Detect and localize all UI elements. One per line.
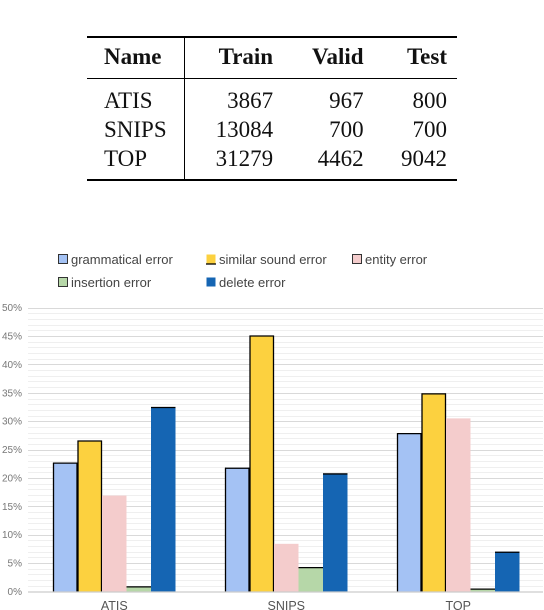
column-header-name: Name: [87, 37, 185, 79]
legend-label: similar sound error: [219, 252, 327, 267]
cell-valid: 967: [329, 88, 364, 113]
bar-grammatical-error-atis: [53, 462, 78, 592]
cell-train: 13084: [215, 117, 274, 142]
y-tick-label: 20%: [2, 473, 22, 484]
x-category-label: SNIPS: [267, 599, 305, 610]
legend-label: grammatical error: [71, 252, 174, 267]
bar-group-top: [396, 393, 520, 592]
table-row: TOP 31279 4462 9042: [87, 144, 457, 180]
chart-legend: grammatical error similar sound error enti…: [58, 252, 428, 290]
table-row: ATIS 3867 967 800: [87, 78, 457, 115]
legend-item-grammatical-error: grammatical error: [58, 252, 174, 267]
x-category-label: TOP: [446, 599, 471, 610]
x-category-label: ATIS: [101, 599, 128, 610]
y-tick-label: 25%: [2, 445, 22, 456]
legend-label: delete error: [219, 275, 286, 290]
x-axis-category-labels: ATIS SNIPS TOP: [101, 599, 471, 610]
y-tick-label: 10%: [2, 530, 22, 541]
bar-entity-error-snips: [274, 543, 299, 592]
bar-grammatical-error-snips: [225, 467, 250, 592]
y-tick-label: 15%: [2, 502, 22, 513]
cell-test: 700: [412, 117, 448, 142]
column-header-valid: Valid: [283, 37, 374, 79]
legend-item-delete-error: delete error: [206, 275, 286, 290]
legend-item-similar-sound-error: similar sound error: [206, 252, 327, 267]
y-tick-label: 5%: [8, 559, 23, 570]
legend-swatch: [206, 254, 216, 264]
y-tick-label: 40%: [2, 360, 22, 371]
legend-swatch: [58, 277, 68, 287]
error-distribution-bar-chart: grammatical error similar sound error enti…: [2, 252, 543, 610]
legend-swatch: [206, 277, 216, 287]
cell-valid: 700: [329, 117, 364, 142]
dataset-statistics-table: Name Train Valid Test ATIS 3867 967 800 …: [87, 36, 457, 181]
cell-train: 3867: [227, 88, 274, 113]
bar-similar-sound-error-snips: [249, 335, 274, 592]
bar-entity-error-atis: [102, 495, 127, 592]
y-tick-label: 50%: [2, 303, 22, 314]
column-header-test: Test: [373, 37, 457, 79]
bar-delete-error-top: [495, 551, 520, 592]
cell-name: ATIS: [87, 78, 185, 115]
bar-delete-error-snips: [323, 473, 348, 592]
legend-item-insertion-error: insertion error: [58, 275, 152, 290]
bar-delete-error-atis: [151, 407, 176, 592]
chart-bars: [52, 335, 520, 592]
bar-similar-sound-error-atis: [77, 440, 102, 592]
cell-test: 9042: [401, 146, 447, 171]
legend-label: insertion error: [71, 275, 152, 290]
table-header-row: Name Train Valid Test: [87, 37, 457, 79]
cell-train: 31279: [215, 146, 274, 171]
dataset-statistics-table-wrapper: Name Train Valid Test ATIS 3867 967 800 …: [87, 36, 457, 181]
legend-label: entity error: [365, 252, 428, 267]
bar-insertion-error-snips: [298, 567, 323, 592]
cell-valid: 4462: [317, 146, 364, 171]
cell-name: SNIPS: [87, 115, 185, 144]
bar-grammatical-error-top: [397, 433, 422, 592]
bar-group-atis: [52, 406, 176, 592]
legend-swatch: [352, 254, 362, 264]
legend-swatch: [58, 254, 68, 264]
bar-group-snips: [224, 335, 348, 592]
table-row: SNIPS 13084 700 700: [87, 115, 457, 144]
y-axis-tick-labels: 0% 5% 10% 15% 20% 25% 30% 35% 40% 45% 50%: [2, 303, 22, 598]
y-tick-label: 30%: [2, 417, 22, 428]
cell-name: TOP: [87, 144, 185, 180]
y-tick-label: 35%: [2, 388, 22, 399]
y-tick-label: 45%: [2, 332, 22, 343]
cell-test: 800: [412, 88, 448, 113]
bar-entity-error-top: [446, 418, 471, 592]
legend-item-entity-error: entity error: [352, 252, 428, 267]
table-caption-clipped: [0, 0, 544, 4]
y-tick-label: 0%: [8, 587, 23, 598]
bar-similar-sound-error-top: [421, 393, 446, 592]
column-header-train: Train: [184, 37, 284, 79]
